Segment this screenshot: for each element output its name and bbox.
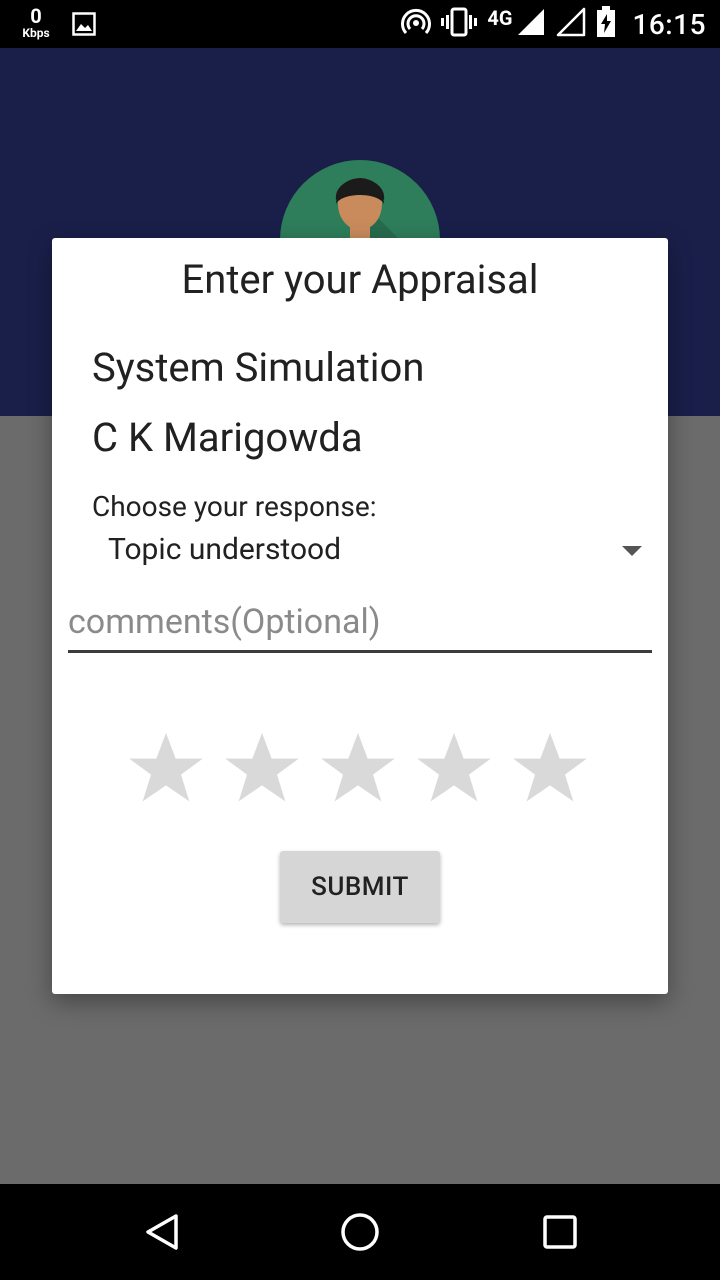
- rating-bar[interactable]: [126, 728, 590, 808]
- network-speed: 0 Kbps: [18, 6, 54, 39]
- star-icon[interactable]: [414, 728, 494, 808]
- star-icon[interactable]: [222, 728, 302, 808]
- submit-button[interactable]: SUBMIT: [280, 851, 440, 923]
- home-icon[interactable]: [338, 1210, 382, 1258]
- battery-charging-icon: [596, 6, 616, 42]
- comments-input[interactable]: [68, 594, 652, 653]
- vibrate-icon: [441, 7, 478, 41]
- star-icon[interactable]: [126, 728, 206, 808]
- network-speed-unit: Kbps: [22, 26, 50, 40]
- response-prompt: Choose your response:: [92, 490, 377, 523]
- hotspot-icon: [401, 7, 432, 41]
- dropdown-arrow-icon: [622, 546, 642, 556]
- subject-name: System Simulation: [92, 344, 425, 391]
- signal-empty-icon: [556, 7, 586, 41]
- star-icon[interactable]: [510, 728, 590, 808]
- back-icon[interactable]: [140, 1210, 184, 1258]
- response-dropdown[interactable]: Topic understood: [92, 526, 642, 578]
- clock: 16:15: [632, 7, 706, 41]
- teacher-name: C K Marigowda: [92, 414, 363, 461]
- appraisal-dialog: Enter your Appraisal System Simulation C…: [52, 238, 668, 994]
- network-speed-value: 0: [30, 4, 42, 28]
- star-icon[interactable]: [318, 728, 398, 808]
- status-bar: 0 Kbps 4G 16:15: [0, 0, 720, 48]
- network-type: 4G: [487, 6, 513, 30]
- image-icon: [72, 12, 96, 40]
- dialog-title: Enter your Appraisal: [181, 256, 539, 303]
- signal-icon: [516, 7, 546, 41]
- recents-icon[interactable]: [538, 1210, 582, 1258]
- response-selected: Topic understood: [108, 532, 342, 567]
- navigation-bar: [0, 1184, 720, 1280]
